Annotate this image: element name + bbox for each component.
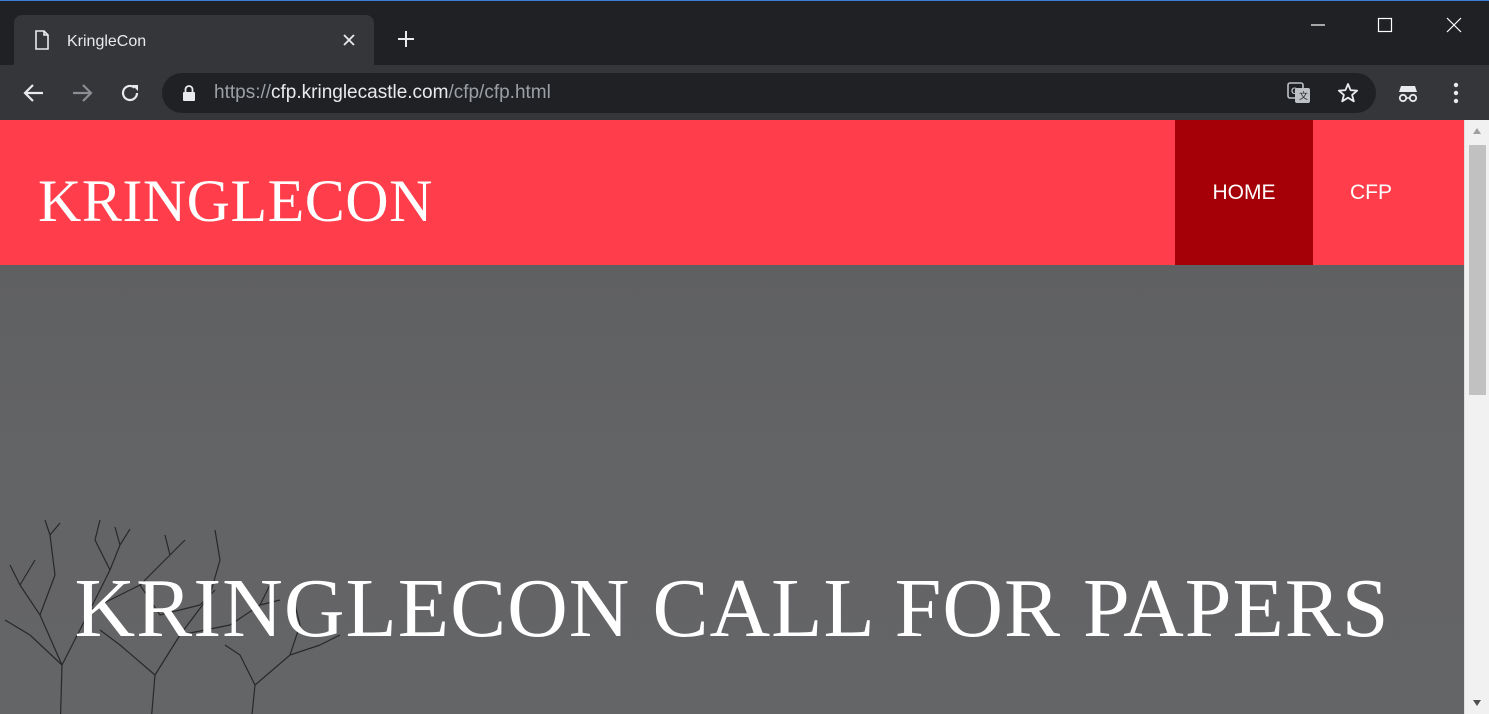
url-scheme: https:// [214,82,272,103]
triangle-up-icon [1473,128,1481,134]
reload-button[interactable] [114,77,146,109]
svg-text:G: G [1291,86,1298,96]
close-window-button[interactable] [1431,9,1477,41]
minimize-button[interactable] [1295,9,1341,41]
lock-icon [183,85,195,101]
site-header: KRINGLECON HOME CFP [0,120,1464,265]
page-viewport: KRINGLECON HOME CFP KRINGLECON CALL FOR … [0,120,1464,714]
minimize-icon [1311,24,1325,26]
close-window-icon [1446,17,1462,33]
incognito-button[interactable] [1392,77,1424,109]
incognito-icon [1398,86,1418,103]
url-path: /cfp/cfp.html [448,82,551,103]
forward-button[interactable] [66,77,98,109]
browser-titlebar: KringleCon [0,0,1489,67]
svg-text:文: 文 [1299,90,1308,101]
forward-icon [73,84,93,102]
maximize-button[interactable] [1362,9,1408,41]
address-bar[interactable]: https://cfp.kringlecastle.com/cfp/cfp.ht… [162,73,1376,113]
star-icon [1337,83,1359,103]
tab-close-button[interactable] [338,29,360,51]
url-host: cfp.kringlecastle.com [271,82,449,103]
tab-title: KringleCon [67,33,147,50]
browser-tab[interactable]: KringleCon [14,15,374,67]
url-text[interactable]: https://cfp.kringlecastle.com/cfp/cfp.ht… [214,82,551,104]
translate-button[interactable]: G 文 [1286,81,1312,105]
scrollbar-thumb[interactable] [1469,145,1486,395]
page-scrollbar[interactable] [1464,120,1489,714]
site-logo[interactable]: KRINGLECON [38,166,433,236]
hero-section: KRINGLECON CALL FOR PAPERS [0,265,1464,714]
new-tab-button[interactable] [393,26,419,52]
hero-title: KRINGLECON CALL FOR PAPERS [74,562,1390,655]
close-icon [343,34,355,46]
scroll-up-button[interactable] [1465,120,1489,142]
translate-icon: G 文 [1287,82,1310,103]
browser-menu-button[interactable] [1440,77,1472,109]
bookmark-button[interactable] [1335,81,1361,105]
triangle-down-icon [1473,700,1481,706]
maximize-icon [1377,17,1393,33]
scroll-down-button[interactable] [1465,692,1489,714]
back-button[interactable] [18,77,50,109]
kebab-menu-icon [1453,82,1459,104]
browser-toolbar: https://cfp.kringlecastle.com/cfp/cfp.ht… [0,65,1489,120]
nav-cfp[interactable]: CFP [1313,120,1429,265]
page-icon [35,30,49,50]
reload-icon [121,84,139,102]
back-icon [23,84,43,102]
plus-icon [398,31,414,47]
nav-home[interactable]: HOME [1175,120,1313,265]
